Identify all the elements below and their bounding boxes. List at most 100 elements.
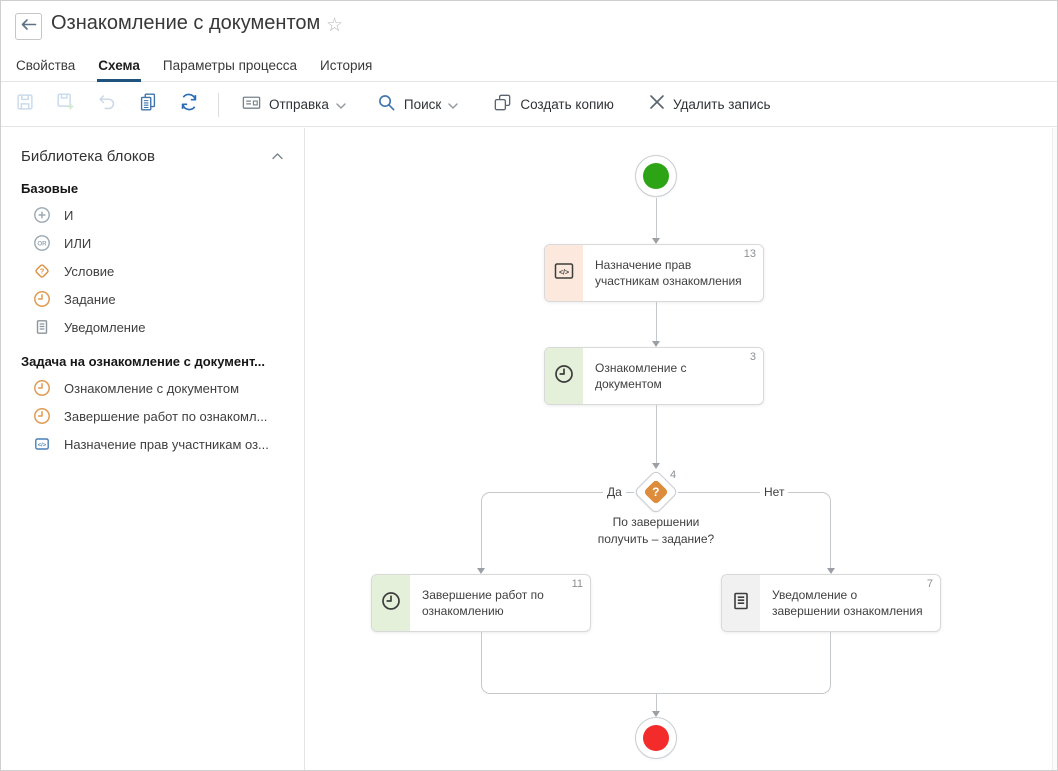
document-icon [731,591,751,616]
library-item-label: Уведомление [64,320,145,335]
tab-process-parameters[interactable]: Параметры процесса [162,56,298,81]
chevron-up-icon[interactable] [269,144,286,168]
clock-icon [554,364,574,389]
duplicate-icon [492,92,513,118]
clock-icon [381,591,401,616]
undo-button[interactable] [95,93,119,117]
back-button[interactable] [15,13,42,40]
refresh-icon [178,91,200,118]
connector-line [656,405,657,463]
library-item-label: Задание [64,292,116,307]
svg-text:?: ? [40,267,45,276]
decision-number: 4 [670,469,676,481]
notification-icon [33,318,51,336]
save-button[interactable] [13,93,37,117]
delete-label: Удалить запись [673,97,771,112]
library-item-label: Завершение работ по ознакомл... [64,409,267,424]
code-icon: </> [554,262,574,285]
save-add-icon [55,91,77,118]
block-number: 13 [744,248,756,260]
toolbar: Отправка Поиск Создать копию Удалить [1,83,1057,127]
page-title: Ознакомление с документом [51,12,320,35]
section-title: Задача на ознакомление с документ... [21,354,294,369]
code-icon: </> [33,435,51,453]
delete-record-button[interactable]: Удалить запись [648,93,771,116]
chevron-down-icon [336,96,346,114]
search-menu-button[interactable]: Поиск [376,92,458,118]
svg-text:OR: OR [37,240,47,247]
chevron-down-icon [448,96,458,114]
search-label: Поиск [404,97,441,112]
library-item-label: Ознакомление с документом [64,381,239,396]
block-label: Завершение работ по ознакомлению [410,575,590,631]
block-label: Назначение прав участникам ознакомления [583,245,763,301]
save-and-add-button[interactable] [54,93,78,117]
send-label: Отправка [269,97,329,112]
header: Ознакомление с документом ☆ [1,1,1057,56]
library-item-condition[interactable]: ? Условие [21,257,294,285]
block-accent-strip [372,575,410,631]
save-icon [14,91,36,118]
svg-text:</>: </> [38,442,47,448]
library-item-task[interactable]: Задание [21,285,294,313]
end-node-dot [643,725,669,751]
task-clock-icon [33,407,51,425]
block-work-completion[interactable]: Завершение работ по ознакомлению 11 [371,574,591,632]
tab-properties[interactable]: Свойства [15,56,76,81]
tab-schema[interactable]: Схема [97,56,141,81]
start-node[interactable] [635,155,677,197]
svg-text:</>: </> [559,269,569,276]
library-section-basic: Базовые И OR ИЛИ ? Условие [1,181,304,341]
connector-line [656,302,657,341]
or-icon: OR [33,234,51,252]
block-accent-strip [545,348,583,404]
copy-button[interactable] [136,93,160,117]
library-item-label: Условие [64,264,114,279]
arrowhead-icon [652,463,660,469]
block-accent-strip [722,575,760,631]
vertical-scrollbar[interactable] [1052,128,1057,770]
end-node[interactable] [635,717,677,759]
no-edge-label: Нет [760,485,788,499]
section-title: Базовые [21,181,294,196]
library-item-label: ИЛИ [64,236,91,251]
search-icon [376,92,397,118]
block-number: 3 [750,351,756,363]
block-document-familiarization[interactable]: Ознакомление с документом 3 [544,347,764,405]
duplicate-label: Создать копию [520,97,614,112]
block-completion-notification[interactable]: Уведомление о завершении ознакомления 7 [721,574,941,632]
send-icon [241,92,262,118]
block-label: Ознакомление с документом [583,348,763,404]
library-item-or[interactable]: OR ИЛИ [21,229,294,257]
refresh-button[interactable] [177,93,201,117]
send-menu-button[interactable]: Отправка [241,92,346,118]
diagram-canvas[interactable]: </> Назначение прав участникам ознакомле… [306,128,1057,770]
duplicate-button[interactable]: Создать копию [492,92,614,118]
library-item-and[interactable]: И [21,201,294,229]
star-icon[interactable]: ☆ [326,14,343,37]
and-icon [33,206,51,224]
library-item-rights-assignment[interactable]: </> Назначение прав участникам оз... [21,430,294,458]
condition-icon: ? [33,262,51,280]
library-item-completion[interactable]: Завершение работ по ознакомл... [21,402,294,430]
connector-line [656,198,657,239]
task-clock-icon [33,379,51,397]
library-section-task: Задача на ознакомление с документ... Озн… [1,354,304,458]
block-rights-assignment[interactable]: </> Назначение прав участникам ознакомле… [544,244,764,302]
block-number: 7 [927,578,933,590]
library-item-notification[interactable]: Уведомление [21,313,294,341]
tab-bar: Свойства Схема Параметры процесса Истори… [1,56,1057,82]
library-item-label: Назначение прав участникам оз... [64,437,269,452]
decision-question: По завершении получить – задание? [596,514,716,548]
block-library-title: Библиотека блоков [21,148,155,165]
process-editor-window: Ознакомление с документом ☆ Свойства Схе… [0,0,1058,771]
tab-history[interactable]: История [319,56,373,81]
toolbar-separator [218,93,219,117]
library-item-label: И [64,208,73,223]
yes-edge-label: Да [603,485,626,499]
arrow-left-icon [20,18,37,36]
task-clock-icon [33,290,51,308]
library-item-familiarization[interactable]: Ознакомление с документом [21,374,294,402]
connector-line [656,693,657,711]
copy-icon [137,91,159,118]
